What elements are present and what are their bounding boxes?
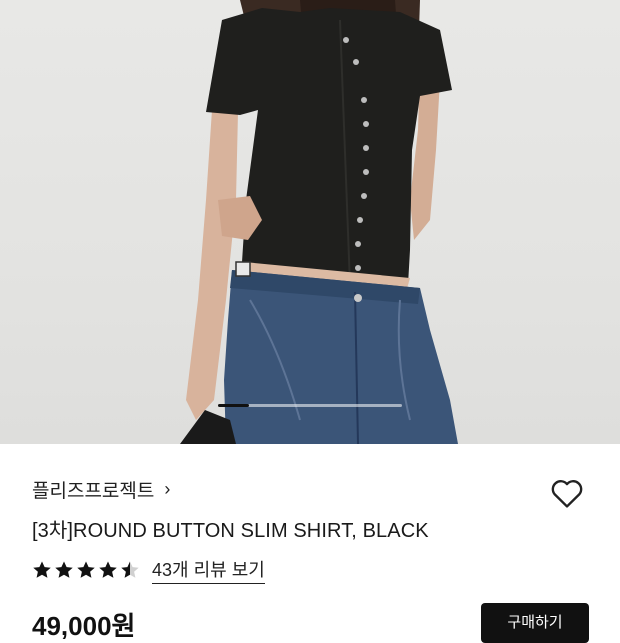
product-price: 49,000원 <box>32 611 136 641</box>
carousel-indicator-fill <box>218 404 250 407</box>
product-title: [3차]ROUND BUTTON SLIM SHIRT, BLACK <box>32 520 429 542</box>
wishlist-button[interactable] <box>548 474 586 512</box>
star-icon <box>121 561 139 578</box>
review-link[interactable]: 43개 리뷰 보기 <box>152 556 265 584</box>
rating-stars <box>32 560 140 580</box>
star-icon <box>99 561 117 578</box>
carousel-indicator <box>218 404 402 407</box>
brand-link[interactable]: 플리즈프로젝트 › <box>32 476 170 503</box>
star-icon <box>55 561 73 578</box>
product-image-carousel[interactable] <box>0 0 620 444</box>
star-icon <box>77 561 95 578</box>
chevron-right-icon: › <box>164 479 171 499</box>
brand-name: 플리즈프로젝트 <box>32 481 155 502</box>
heart-outline-icon <box>551 480 583 508</box>
product-photo <box>180 0 458 444</box>
star-icon <box>33 561 51 578</box>
buy-button[interactable]: 구매하기 <box>481 603 589 643</box>
rating-row: 43개 리뷰 보기 <box>32 556 265 584</box>
